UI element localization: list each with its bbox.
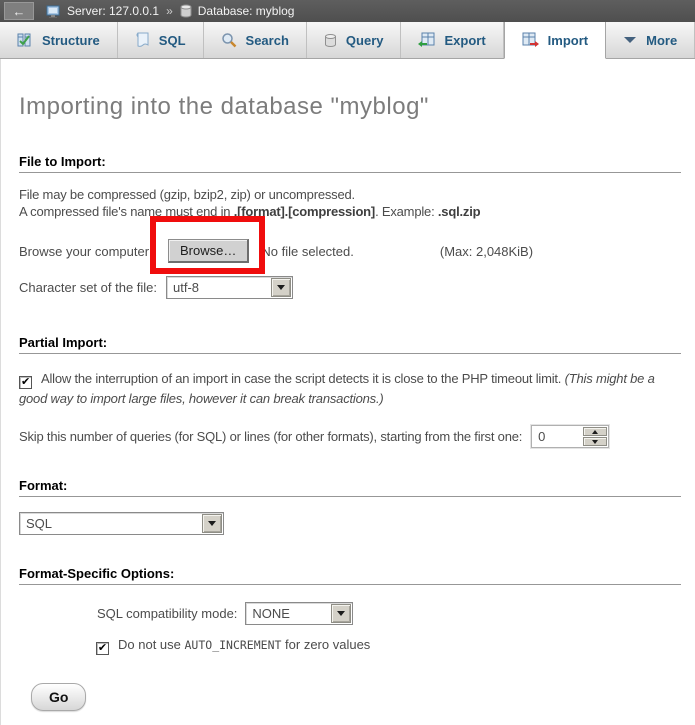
tab-sql[interactable]: SQL <box>118 22 204 58</box>
server-icon <box>46 5 61 18</box>
go-button[interactable]: Go <box>31 683 86 711</box>
browse-row: Browse your computer: Browse… No file se… <box>19 239 685 263</box>
section-heading-format-options: Format-Specific Options: <box>19 566 681 585</box>
autoinc-suffix: for zero values <box>281 637 370 652</box>
page-title: Importing into the database "myblog" <box>19 93 685 121</box>
sql-compat-dropdown-button[interactable] <box>331 604 351 623</box>
sql-compat-row: SQL compatibility mode: NONE <box>97 602 685 625</box>
tab-more-label: More <box>646 33 677 48</box>
breadcrumb-separator: » <box>165 4 174 18</box>
no-file-selected-text: No file selected. <box>261 244 354 259</box>
autoinc-prefix: Do not use <box>118 637 185 652</box>
chevron-down-icon <box>623 36 637 44</box>
line2-mid: . Example: <box>375 204 438 219</box>
section-heading-file-to-import: File to Import: <box>19 154 681 173</box>
tab-search-label: Search <box>246 33 289 48</box>
sql-compat-select[interactable]: NONE <box>245 602 353 625</box>
sql-compat-label: SQL compatibility mode: <box>97 606 237 621</box>
spin-down-icon <box>592 440 598 444</box>
charset-row: Character set of the file: utf-8 <box>19 276 685 299</box>
autoinc-row: ✔ Do not use AUTO_INCREMENT for zero valu… <box>96 637 685 655</box>
skip-queries-value: 0 <box>532 426 582 447</box>
back-button[interactable]: ← <box>4 2 34 20</box>
autoinc-code: AUTO_INCREMENT <box>185 638 282 652</box>
skip-queries-label: Skip this number of queries (for SQL) or… <box>19 429 522 444</box>
dropdown-arrow-icon <box>208 521 216 526</box>
import-page: Importing into the database "myblog" Fil… <box>0 59 695 725</box>
spin-up-icon <box>592 430 598 434</box>
line2-prefix: A compressed file's name must end in <box>19 204 234 219</box>
check-icon: ✔ <box>98 642 107 654</box>
skip-queries-spinner <box>583 427 607 446</box>
skip-queries-input[interactable]: 0 <box>531 425 609 448</box>
charset-dropdown-button[interactable] <box>271 278 291 297</box>
tab-more[interactable]: More <box>606 22 695 58</box>
sql-compat-select-value: NONE <box>246 603 330 624</box>
section-heading-format: Format: <box>19 478 681 497</box>
tab-query[interactable]: Query <box>307 22 402 58</box>
format-select-value: SQL <box>20 513 201 534</box>
compression-info-line2: A compressed file's name must end in .[f… <box>19 203 685 220</box>
tab-import[interactable]: Import <box>504 22 606 59</box>
line2-format-pattern: .[format].[compression] <box>234 204 375 219</box>
charset-label: Character set of the file: <box>19 280 166 295</box>
tab-search[interactable]: Search <box>204 22 307 58</box>
breadcrumb-server[interactable]: Server: 127.0.0.1 <box>67 4 159 18</box>
tab-export-label: Export <box>444 33 485 48</box>
autoinc-checkbox[interactable]: ✔ <box>96 642 109 655</box>
query-icon <box>324 33 337 48</box>
format-dropdown-button[interactable] <box>202 514 222 533</box>
sql-icon <box>135 32 150 48</box>
structure-icon <box>17 32 33 48</box>
charset-select[interactable]: utf-8 <box>166 276 293 299</box>
max-upload-size: (Max: 2,048KiB) <box>440 244 533 259</box>
tab-export[interactable]: Export <box>401 22 503 58</box>
tab-sql-label: SQL <box>159 33 186 48</box>
format-select[interactable]: SQL <box>19 512 224 535</box>
browse-label: Browse your computer: <box>19 244 168 259</box>
dropdown-arrow-icon <box>337 611 345 616</box>
charset-select-value: utf-8 <box>167 277 270 298</box>
section-heading-partial-import: Partial Import: <box>19 335 681 354</box>
tab-import-label: Import <box>548 33 588 48</box>
allow-interrupt-text: Allow the interruption of an import in c… <box>41 371 565 386</box>
browse-button[interactable]: Browse… <box>168 239 249 263</box>
search-icon <box>221 32 237 48</box>
allow-interrupt-checkbox[interactable]: ✔ <box>19 376 32 389</box>
breadcrumb-database[interactable]: Database: myblog <box>198 4 295 18</box>
import-icon <box>522 32 539 48</box>
database-icon <box>180 4 192 18</box>
spin-up-button[interactable] <box>583 427 607 436</box>
export-icon <box>418 32 435 48</box>
allow-interrupt-row: ✔ Allow the interruption of an import in … <box>19 369 685 408</box>
check-icon: ✔ <box>21 376 30 388</box>
dropdown-arrow-icon <box>277 285 285 290</box>
tab-bar: Structure SQL Search Query Export <box>0 22 695 59</box>
line2-example: .sql.zip <box>438 204 480 219</box>
tab-structure[interactable]: Structure <box>0 22 118 58</box>
tab-query-label: Query <box>346 33 384 48</box>
breadcrumb-bar: ← Server: 127.0.0.1 » Database: myblog <box>0 0 695 22</box>
spin-down-button[interactable] <box>583 437 607 446</box>
skip-queries-row: Skip this number of queries (for SQL) or… <box>19 425 685 448</box>
compression-info-line1: File may be compressed (gzip, bzip2, zip… <box>19 186 685 203</box>
tab-structure-label: Structure <box>42 33 100 48</box>
